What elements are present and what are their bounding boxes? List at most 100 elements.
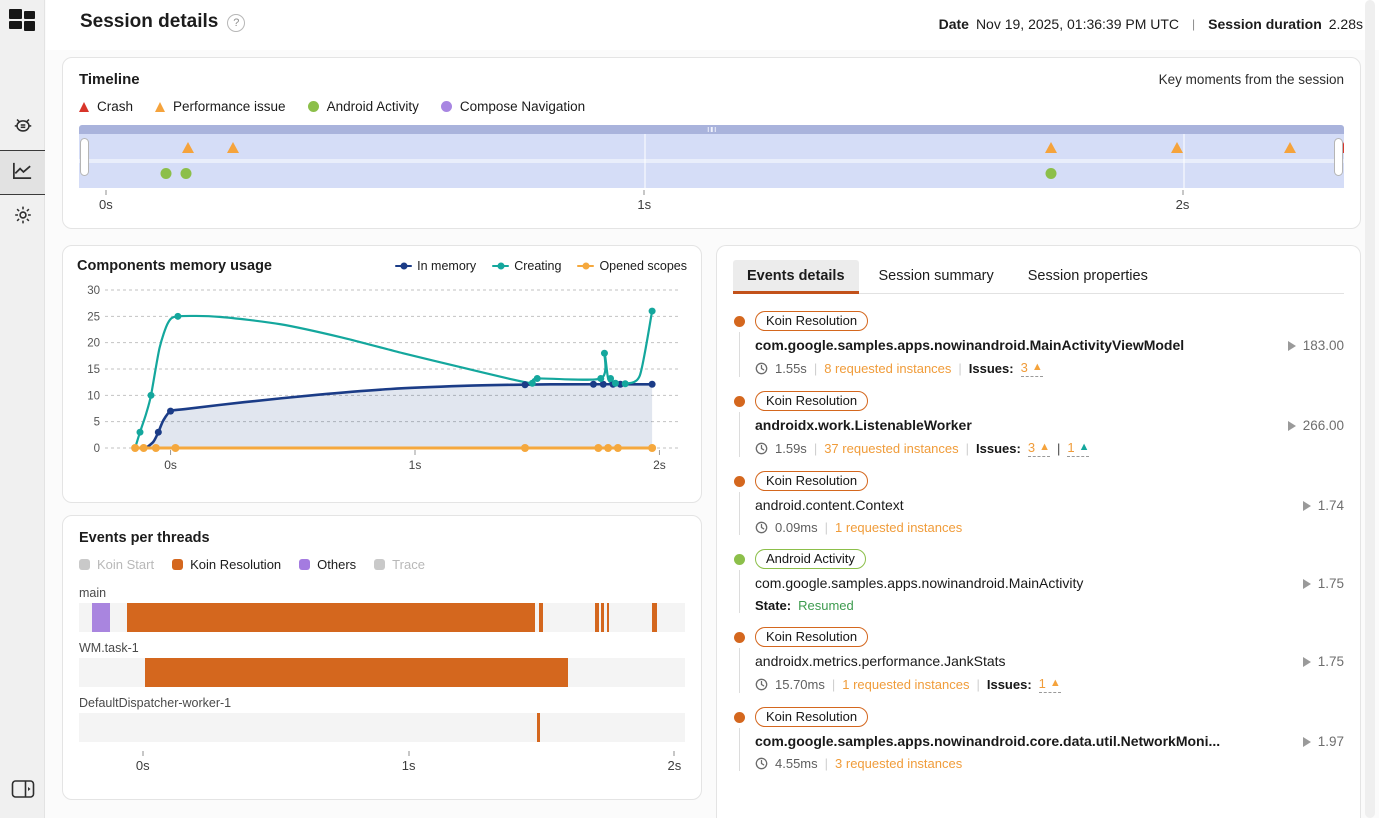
issue-count-link[interactable]: 3▲ xyxy=(1028,440,1050,457)
timeline-legend-item[interactable]: Performance issue xyxy=(155,99,286,114)
clock-icon xyxy=(755,757,768,770)
threads-rows: mainWM.task-1DefaultDispatcher-worker-1 xyxy=(79,586,685,742)
memory-legend-item[interactable]: In memory xyxy=(395,259,476,273)
timeline-band[interactable] xyxy=(79,134,1344,188)
data-point xyxy=(167,408,174,415)
legend-label: Koin Resolution xyxy=(190,557,281,572)
sidebar-item-analytics[interactable] xyxy=(0,150,45,195)
axis-tick xyxy=(644,190,645,195)
clock-icon xyxy=(755,442,768,455)
event-list-item[interactable]: Koin Resolutionandroidx.work.ListenableW… xyxy=(733,386,1344,466)
event-title-row: androidx.metrics.performance.JankStats1.… xyxy=(755,653,1344,669)
event-title[interactable]: com.google.samples.apps.nowinandroid.cor… xyxy=(755,733,1291,749)
requested-instances-link[interactable]: 1 requested instances xyxy=(835,520,962,535)
warning-triangle-icon: ▲ xyxy=(1079,442,1090,453)
timeline-legend-item[interactable]: Compose Navigation xyxy=(441,99,585,114)
separator: | xyxy=(966,441,969,456)
timeline-legend-item[interactable]: Crash xyxy=(79,99,133,114)
timeline-overview-strip[interactable] xyxy=(79,125,1344,134)
event-rail xyxy=(733,549,745,613)
legend-label: Creating xyxy=(514,259,561,273)
data-point xyxy=(137,429,144,436)
timeline-legend-item[interactable]: Android Activity xyxy=(308,99,419,114)
event-segment xyxy=(537,713,540,742)
event-list-item[interactable]: Koin Resolutioncom.google.samples.apps.n… xyxy=(733,702,1344,780)
y-tick-label: 20 xyxy=(87,338,100,350)
threads-legend-item[interactable]: Koin Resolution xyxy=(172,557,281,572)
page-scrollbar[interactable] xyxy=(1365,0,1375,818)
page-title: Session details xyxy=(80,11,218,33)
panel-toggle-icon xyxy=(11,786,35,803)
y-tick-label: 30 xyxy=(87,285,100,297)
memory-legend-item[interactable]: Opened scopes xyxy=(577,259,687,273)
sidebar-item-settings[interactable] xyxy=(0,195,45,240)
issue-count-link[interactable]: 3▲ xyxy=(1021,360,1043,377)
app-logo[interactable] xyxy=(9,9,35,31)
series-marker-icon xyxy=(395,265,412,268)
help-icon[interactable]: ? xyxy=(227,14,245,32)
requested-instances-link[interactable]: 1 requested instances xyxy=(842,677,969,692)
timeline-right-handle[interactable] xyxy=(1334,138,1343,176)
sidebar-collapse-button[interactable] xyxy=(11,779,35,804)
event-duration-value: 183.00 xyxy=(1288,338,1344,353)
issue-count-link[interactable]: 1▲ xyxy=(1067,440,1089,457)
event-meta: 1.55s|8 requested instances|Issues:3▲ xyxy=(755,360,1344,377)
rail-connector xyxy=(739,648,740,693)
event-meta: 4.55ms|3 requested instances xyxy=(755,756,1344,771)
event-time: 0.09ms xyxy=(775,520,818,535)
legend-label: Android Activity xyxy=(327,99,419,114)
drag-grip-icon xyxy=(707,127,716,132)
sidebar-item-debug[interactable] xyxy=(0,105,45,150)
threads-legend-item[interactable]: Others xyxy=(299,557,356,572)
issue-count-link[interactable]: 1▲ xyxy=(1039,676,1061,693)
requested-instances-link[interactable]: 37 requested instances xyxy=(824,441,958,456)
threads-legend-item[interactable]: Koin Start xyxy=(79,557,154,572)
event-duration-value: 1.97 xyxy=(1303,734,1344,749)
warning-triangle-icon: ▲ xyxy=(1039,442,1050,453)
data-point xyxy=(522,381,529,388)
memory-chart-title: Components memory usage xyxy=(77,258,272,274)
duration-text: 266.00 xyxy=(1303,418,1344,433)
event-rail xyxy=(733,471,745,535)
event-title-text: com.google.samples.apps.nowinandroid.Mai… xyxy=(755,337,1184,353)
event-segment xyxy=(145,658,568,687)
timeline-marker-performance-issue xyxy=(227,142,239,153)
issue-count: 3 xyxy=(1021,360,1028,375)
circle-marker-icon xyxy=(441,101,452,112)
thread-row: DefaultDispatcher-worker-1 xyxy=(79,696,685,742)
event-duration-value: 1.75 xyxy=(1303,654,1344,669)
event-title: android.content.Context xyxy=(755,497,1291,513)
tab-session-properties[interactable]: Session properties xyxy=(1014,260,1162,294)
event-duration-value: 266.00 xyxy=(1288,418,1344,433)
event-list-item[interactable]: Android Activitycom.google.samples.apps.… xyxy=(733,544,1344,622)
event-content: Koin Resolutioncom.google.samples.apps.n… xyxy=(755,707,1344,771)
timeline-legend: Crash Performance issue Android Activity Co… xyxy=(79,99,1344,114)
tab-session-summary[interactable]: Session summary xyxy=(865,260,1008,294)
threads-legend-item[interactable]: Trace xyxy=(374,557,425,572)
event-list-item[interactable]: Koin Resolutionandroid.content.Context1.… xyxy=(733,466,1344,544)
event-rail xyxy=(733,627,745,693)
legend-label: Compose Navigation xyxy=(460,99,585,114)
duration-label: Session duration xyxy=(1208,16,1322,32)
series-marker-icon xyxy=(492,265,509,268)
requested-instances-link[interactable]: 8 requested instances xyxy=(824,361,951,376)
event-title[interactable]: com.google.samples.apps.nowinandroid.Mai… xyxy=(755,337,1276,353)
axis-tick-label: 0s xyxy=(136,758,150,773)
timeline-left-handle[interactable] xyxy=(80,138,89,176)
requested-instances-link[interactable]: 3 requested instances xyxy=(835,756,962,771)
event-list-item[interactable]: Koin Resolutioncom.google.samples.apps.n… xyxy=(733,306,1344,386)
legend-label: Opened scopes xyxy=(599,259,687,273)
thread-label: DefaultDispatcher-worker-1 xyxy=(79,696,685,710)
duration-value: 2.28s xyxy=(1329,16,1363,32)
events-panel: Events detailsSession summarySession pro… xyxy=(716,245,1361,818)
bug-icon xyxy=(12,114,34,141)
event-duration-value: 1.75 xyxy=(1303,576,1344,591)
memory-legend-item[interactable]: Creating xyxy=(492,259,561,273)
event-segment xyxy=(127,603,535,632)
tab-events-details[interactable]: Events details xyxy=(733,260,859,294)
data-point xyxy=(148,392,155,399)
axis-tick xyxy=(142,751,143,756)
event-title[interactable]: androidx.work.ListenableWorker xyxy=(755,417,1276,433)
event-list-item[interactable]: Koin Resolutionandroidx.metrics.performa… xyxy=(733,622,1344,702)
event-content: Koin Resolutionandroidx.metrics.performa… xyxy=(755,627,1344,693)
